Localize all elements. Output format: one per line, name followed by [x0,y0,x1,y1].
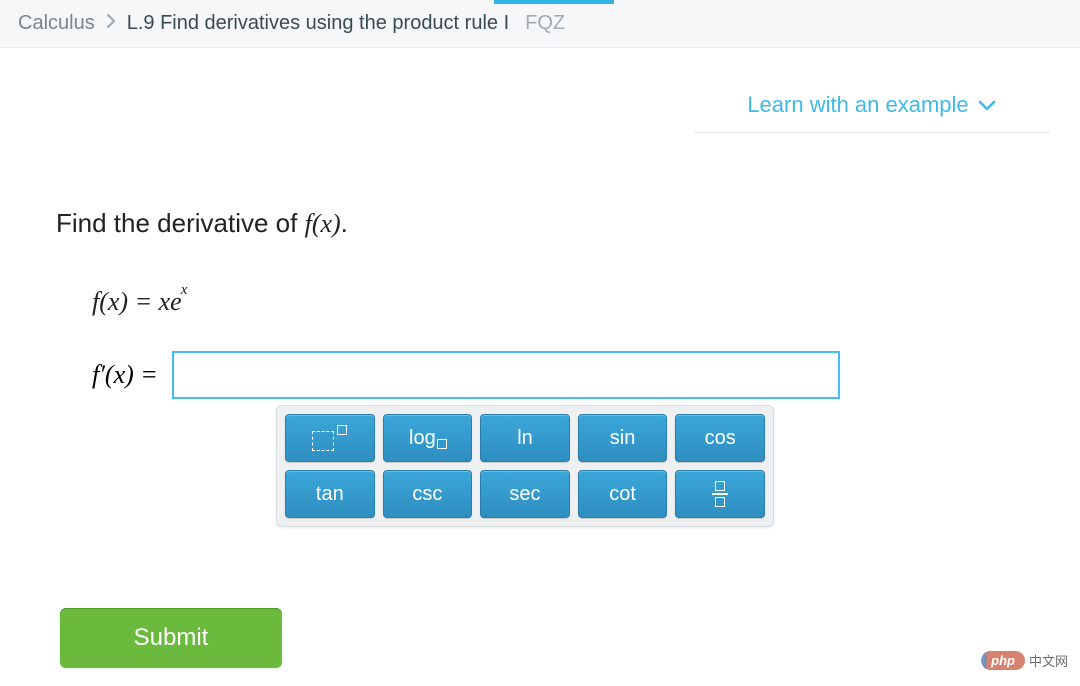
key-sin-label: sin [610,427,636,450]
learn-with-example-link[interactable]: Learn with an example [694,92,1050,133]
equation-exponent: x [181,282,188,299]
prompt-fx: f [305,209,312,238]
breadcrumb-course[interactable]: Calculus [18,12,95,35]
key-cos-label: cos [705,427,736,450]
prompt-x: (x) [312,209,341,238]
key-ln[interactable]: ln [480,414,570,462]
key-csc[interactable]: csc [383,470,473,518]
chevron-right-icon [105,12,117,35]
key-cot[interactable]: cot [578,470,668,518]
php-pill: php [981,651,1025,670]
breadcrumb: Calculus L.9 Find derivatives using the … [0,0,1080,48]
answer-input[interactable] [172,351,840,399]
equation: f(x) = xex [92,287,1024,317]
breadcrumb-lesson: L.9 Find derivatives using the product r… [127,12,509,35]
key-fraction[interactable] [675,470,765,518]
log-subscript-icon [437,438,447,452]
learn-with-example-label: Learn with an example [747,92,968,118]
key-cot-label: cot [609,483,636,506]
question-prompt: Find the derivative of f(x). [56,208,1024,239]
key-cos[interactable]: cos [675,414,765,462]
key-exponent[interactable] [285,414,375,462]
watermark-badge: php 中文网 [981,651,1068,670]
prompt-prefix: Find the derivative of [56,208,305,238]
answer-label: f′(x) = [92,360,158,390]
chevron-down-icon [977,92,997,118]
equation-lhs: f(x) = xe [92,287,182,317]
key-sec[interactable]: sec [480,470,570,518]
key-log-label: log [409,427,436,450]
key-log[interactable]: log [383,414,473,462]
key-tan[interactable]: tan [285,470,375,518]
key-csc-label: csc [412,483,442,506]
key-sin[interactable]: sin [578,414,668,462]
math-keypad: log ln sin cos tan csc sec cot [276,405,774,527]
key-sec-label: sec [509,483,540,506]
badge-text: 中文网 [1029,651,1068,670]
prompt-suffix: . [341,208,348,238]
active-tab-indicator [494,0,614,4]
fraction-icon [712,481,728,507]
key-ln-label: ln [517,427,533,450]
key-tan-label: tan [316,483,344,506]
submit-button[interactable]: Submit [60,608,282,668]
exponent-icon [312,425,347,451]
breadcrumb-code: FQZ [525,12,565,35]
